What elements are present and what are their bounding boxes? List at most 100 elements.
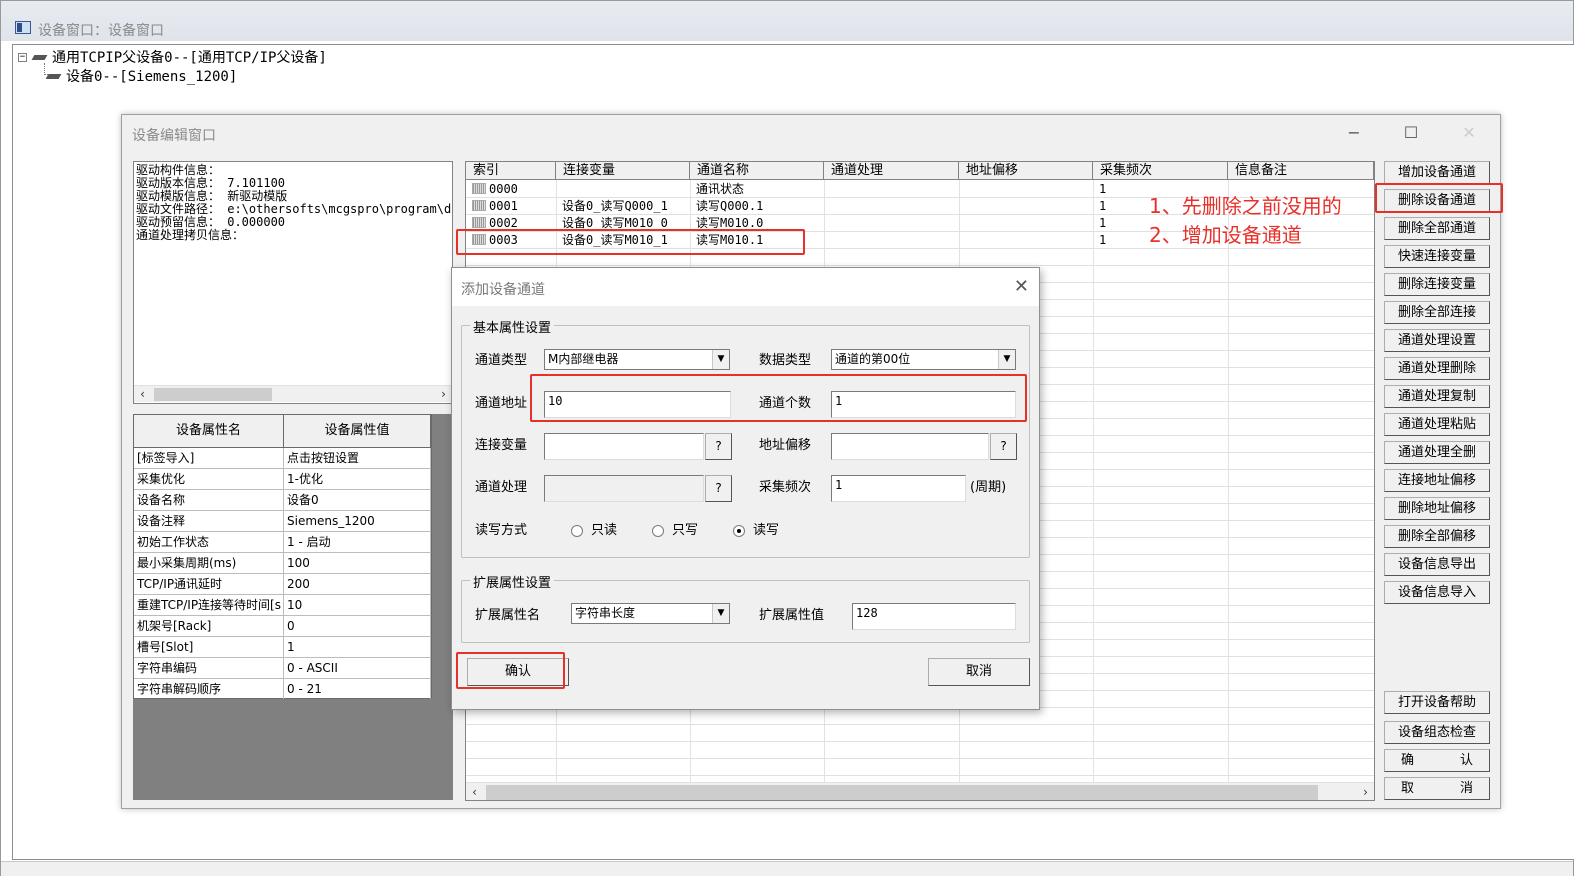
minimize-icon[interactable]: −: [1340, 121, 1368, 145]
scroll-right-icon[interactable]: ›: [1357, 783, 1374, 800]
table-row[interactable]: 字符串解码顺序 0 - 21: [134, 679, 431, 700]
property-value[interactable]: 设备0: [284, 490, 431, 510]
property-name: 采集优化: [134, 469, 284, 489]
table-row[interactable]: [466, 759, 1374, 776]
export-device-info-button[interactable]: 设备信息导出: [1384, 553, 1490, 576]
property-value[interactable]: 点击按钮设置: [284, 448, 431, 468]
property-value[interactable]: 10: [284, 595, 431, 615]
radio-write-only[interactable]: 只写: [652, 523, 698, 539]
open-device-help-button[interactable]: 打开设备帮助: [1384, 691, 1490, 714]
scroll-thumb[interactable]: [154, 388, 272, 401]
property-value[interactable]: 1-优化: [284, 469, 431, 489]
device-window-title: 设备窗口：设备窗口: [38, 23, 164, 39]
ext-property-value-input[interactable]: 128: [852, 603, 1016, 630]
table-background: [432, 414, 453, 699]
driver-info-scrollbar[interactable]: ‹ ›: [134, 385, 452, 402]
table-row[interactable]: [466, 725, 1374, 742]
property-name: 字符串编码: [134, 658, 284, 678]
column-header[interactable]: 连接变量: [556, 162, 690, 180]
address-offset-input[interactable]: [831, 433, 989, 460]
property-value[interactable]: 1: [284, 637, 431, 657]
column-header[interactable]: 信息备注: [1228, 162, 1374, 180]
table-row[interactable]: TCP/IP通讯延时 200: [134, 574, 431, 595]
window-icon: [15, 21, 31, 34]
radio-button-icon[interactable]: [571, 525, 583, 537]
radio-button-icon[interactable]: [652, 525, 664, 537]
column-header[interactable]: 索引: [466, 162, 556, 180]
property-value[interactable]: 100: [284, 553, 431, 573]
cancel-button[interactable]: 取 消: [1384, 777, 1490, 800]
scroll-left-icon[interactable]: ‹: [466, 783, 483, 800]
table-row[interactable]: 采集优化 1-优化: [134, 469, 431, 490]
ext-property-name-select[interactable]: 字符串长度 ▼: [571, 603, 730, 624]
quick-link-variable-button[interactable]: 快速连接变量: [1384, 245, 1490, 268]
radio-read-write[interactable]: 读写: [733, 523, 779, 539]
link-variable-browse-button[interactable]: ?: [705, 433, 732, 460]
chevron-down-icon[interactable]: ▼: [998, 350, 1015, 369]
table-row[interactable]: 最小采集周期(ms) 100: [134, 553, 431, 574]
property-name: 机架号[Rack]: [134, 616, 284, 636]
column-header[interactable]: 通道名称: [690, 162, 824, 180]
row-freq: 1: [1099, 182, 1107, 196]
table-row[interactable]: 初始工作状态 1 - 启动: [134, 532, 431, 553]
import-device-info-button[interactable]: 设备信息导入: [1384, 581, 1490, 604]
property-value[interactable]: 0 - ASCII: [284, 658, 431, 678]
table-row[interactable]: 设备名称 设备0: [134, 490, 431, 511]
dialog-titlebar: 添加设备通道 ✕: [452, 268, 1039, 306]
column-header[interactable]: 采集频次: [1093, 162, 1228, 180]
delete-address-offset-button[interactable]: 删除地址偏移: [1384, 497, 1490, 520]
property-value[interactable]: 200: [284, 574, 431, 594]
collect-frequency-input[interactable]: 1: [831, 475, 966, 502]
channel-process-copy-button[interactable]: 通道处理复制: [1384, 385, 1490, 408]
channel-process-settings-button[interactable]: 通道处理设置: [1384, 329, 1490, 352]
link-address-offset-button[interactable]: 连接地址偏移: [1384, 469, 1490, 492]
channel-process-delete-button[interactable]: 通道处理删除: [1384, 357, 1490, 380]
channel-type-select[interactable]: M内部继电器 ▼: [544, 349, 730, 370]
scroll-thumb[interactable]: [486, 785, 1318, 800]
group-label: 扩展属性设置: [470, 572, 555, 591]
confirm-button[interactable]: 确 认: [1384, 749, 1490, 772]
chevron-down-icon[interactable]: ▼: [712, 604, 729, 623]
channel-process-delete-all-button[interactable]: 通道处理全删: [1384, 441, 1490, 464]
table-row[interactable]: 机架号[Rack] 0: [134, 616, 431, 637]
chevron-down-icon[interactable]: ▼: [712, 350, 729, 369]
channel-process-paste-button[interactable]: 通道处理粘贴: [1384, 413, 1490, 436]
radio-button-selected-icon[interactable]: [733, 525, 745, 537]
radio-read-only[interactable]: 只读: [571, 523, 617, 539]
property-value[interactable]: 1 - 启动: [284, 532, 431, 552]
data-type-select[interactable]: 通道的第00位 ▼: [831, 349, 1016, 370]
maximize-icon[interactable]: ☐: [1397, 121, 1425, 145]
add-channel-button[interactable]: 增加设备通道: [1384, 161, 1490, 184]
table-row[interactable]: 设备注释 Siemens_1200: [134, 511, 431, 532]
channel-process-browse-button[interactable]: ?: [705, 475, 732, 502]
delete-all-offsets-button[interactable]: 删除全部偏移: [1384, 525, 1490, 548]
scroll-right-icon[interactable]: ›: [435, 386, 452, 403]
table-row[interactable]: [466, 708, 1374, 725]
close-icon[interactable]: ✕: [1455, 121, 1483, 145]
property-value[interactable]: 0: [284, 616, 431, 636]
scroll-left-icon[interactable]: ‹: [134, 386, 151, 403]
property-name: [标签导入]: [134, 448, 284, 468]
grid-scrollbar[interactable]: ‹ ›: [466, 782, 1374, 800]
close-icon[interactable]: ✕: [1014, 276, 1029, 297]
device-icon: [31, 52, 49, 62]
collapse-icon[interactable]: −: [18, 52, 27, 62]
table-row[interactable]: 字符串编码 0 - ASCII: [134, 658, 431, 679]
delete-all-channels-button[interactable]: 删除全部通道: [1384, 217, 1490, 240]
delete-link-variable-button[interactable]: 删除连接变量: [1384, 273, 1490, 296]
property-value[interactable]: Siemens_1200: [284, 511, 431, 531]
table-row[interactable]: [466, 742, 1374, 759]
device-config-check-button[interactable]: 设备组态检查: [1384, 721, 1490, 744]
dialog-cancel-button[interactable]: 取消: [928, 658, 1030, 686]
address-offset-browse-button[interactable]: ?: [990, 433, 1017, 460]
column-header[interactable]: 通道处理: [824, 162, 959, 180]
column-header[interactable]: 地址偏移: [959, 162, 1093, 180]
property-value[interactable]: 0 - 21: [284, 679, 431, 699]
table-row[interactable]: [标签导入] 点击按钮设置: [134, 448, 431, 469]
tree-node-parent-device[interactable]: − 通用TCPIP父设备0--[通用TCP/IP父设备]: [18, 48, 327, 66]
table-row[interactable]: 槽号[Slot] 1: [134, 637, 431, 658]
table-row[interactable]: 重建TCP/IP连接等待时间[s 10: [134, 595, 431, 616]
tree-node-child-device[interactable]: 设备0--[Siemens_1200]: [45, 67, 237, 85]
link-variable-input[interactable]: [544, 433, 704, 460]
delete-all-links-button[interactable]: 删除全部连接: [1384, 301, 1490, 324]
